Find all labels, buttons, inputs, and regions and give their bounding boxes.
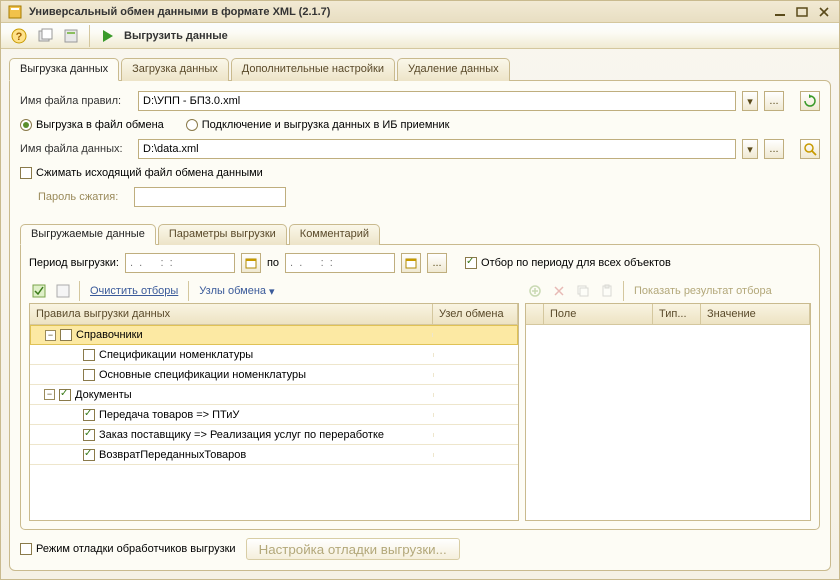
data-file-search[interactable] xyxy=(800,139,820,159)
filter-add-icon[interactable] xyxy=(525,281,545,301)
rules-row[interactable]: Спецификации номенклатуры xyxy=(30,345,518,365)
app-window: Универсальный обмен данными в формате XM… xyxy=(0,0,840,580)
tree-label: Основные спецификации номенклатуры xyxy=(99,369,306,381)
nodes-dropdown[interactable]: Узлы обмена ▾ xyxy=(195,285,278,298)
tree-checkbox[interactable] xyxy=(83,449,95,461)
rules-file-input[interactable] xyxy=(138,91,736,111)
app-icon xyxy=(7,4,23,20)
tree-label: Передача товаров => ПТиУ xyxy=(99,409,239,421)
rules-row[interactable]: Передача товаров => ПТиУ xyxy=(30,405,518,425)
rules-file-label: Имя файла правил: xyxy=(20,95,132,107)
tab-delete[interactable]: Удаление данных xyxy=(397,58,510,81)
inner-tab-params[interactable]: Параметры выгрузки xyxy=(158,224,287,245)
inner-tab-comment[interactable]: Комментарий xyxy=(289,224,380,245)
period-from-input[interactable] xyxy=(125,253,235,273)
main-tabs: Выгрузка данных Загрузка данных Дополнит… xyxy=(9,58,831,81)
period-filter-all[interactable]: Отбор по периоду для всех объектов xyxy=(465,257,671,269)
debug-mode-checkbox[interactable]: Режим отладки обработчиков выгрузки xyxy=(20,543,236,555)
period-to-calendar[interactable] xyxy=(401,253,421,273)
close-button[interactable] xyxy=(815,4,833,20)
radio-export-file-dot xyxy=(20,119,32,131)
tree-label: ВозвратПереданныхТоваров xyxy=(99,449,246,461)
data-file-browse[interactable]: ... xyxy=(764,139,784,159)
run-label: Выгрузить данные xyxy=(122,30,228,42)
rules-row[interactable]: − Документы xyxy=(30,385,518,405)
tree-checkbox[interactable] xyxy=(83,409,95,421)
period-label: Период выгрузки: xyxy=(29,257,119,269)
filter-grid: Поле Тип... Значение xyxy=(525,303,811,521)
compress-pwd-label: Пароль сжатия: xyxy=(38,191,128,203)
main-toolbar: ? Выгрузить данные xyxy=(1,23,839,49)
tab-settings[interactable]: Дополнительные настройки xyxy=(231,58,395,81)
tree-label: Заказ поставщику => Реализация услуг по … xyxy=(99,429,384,441)
maximize-button[interactable] xyxy=(793,4,811,20)
period-from-calendar[interactable] xyxy=(241,253,261,273)
period-to-input[interactable] xyxy=(285,253,395,273)
rules-row[interactable]: Основные спецификации номенклатуры xyxy=(30,365,518,385)
data-file-input[interactable] xyxy=(138,139,736,159)
radio-export-connect[interactable]: Подключение и выгрузка данных в ИБ прием… xyxy=(186,119,450,131)
grid-checkall-icon[interactable] xyxy=(29,281,49,301)
inner-tab-data[interactable]: Выгружаемые данные xyxy=(20,224,156,245)
show-result-link[interactable]: Показать результат отбора xyxy=(630,285,776,297)
compress-checkbox[interactable]: Сжимать исходящий файл обмена данными xyxy=(20,167,263,179)
rules-row[interactable]: − Справочники xyxy=(30,325,518,345)
tree-checkbox[interactable] xyxy=(59,389,71,401)
rules-file-dropdown[interactable]: ▾ xyxy=(742,91,758,111)
filter-copy-icon[interactable] xyxy=(573,281,593,301)
tree-checkbox[interactable] xyxy=(83,369,95,381)
inner-tabs: Выгружаемые данные Параметры выгрузки Ко… xyxy=(20,224,820,245)
toolbar-button-2[interactable] xyxy=(33,25,57,47)
chevron-down-icon: ▾ xyxy=(269,285,275,298)
col-mark xyxy=(526,304,544,324)
col-type: Тип... xyxy=(653,304,701,324)
debug-settings-button[interactable]: Настройка отладки выгрузки... xyxy=(246,538,460,560)
tree-label: Спецификации номенклатуры xyxy=(99,349,253,361)
col-field: Поле xyxy=(544,304,653,324)
tree-checkbox[interactable] xyxy=(60,329,72,341)
tree-checkbox[interactable] xyxy=(83,349,95,361)
toolbar-separator xyxy=(89,25,90,47)
tree-expander[interactable]: − xyxy=(45,330,56,341)
compress-checkbox-box xyxy=(20,167,32,179)
filter-remove-icon[interactable] xyxy=(549,281,569,301)
tree-label: Справочники xyxy=(76,329,143,341)
period-ellipsis[interactable]: ... xyxy=(427,253,447,273)
inner-pane: Период выгрузки: по ... Отбор по периоду xyxy=(20,244,820,530)
data-file-dropdown[interactable]: ▾ xyxy=(742,139,758,159)
tree-expander[interactable]: − xyxy=(44,389,55,400)
filter-grid-body[interactable] xyxy=(526,325,810,520)
tree-checkbox[interactable] xyxy=(83,429,95,441)
window-title: Универсальный обмен данными в формате XM… xyxy=(29,6,767,18)
col-value: Значение xyxy=(701,304,810,324)
tree-label: Документы xyxy=(75,389,132,401)
toolbar-button-3[interactable] xyxy=(59,25,83,47)
minimize-button[interactable] xyxy=(771,4,789,20)
rules-file-browse[interactable]: ... xyxy=(764,91,784,111)
clear-filters-link[interactable]: Очистить отборы xyxy=(86,285,182,297)
period-to-label: по xyxy=(267,257,279,269)
col-node: Узел обмена xyxy=(433,304,518,324)
rules-row[interactable]: Заказ поставщику => Реализация услуг по … xyxy=(30,425,518,445)
svg-text:?: ? xyxy=(16,31,23,43)
compress-pwd-input[interactable] xyxy=(134,187,286,207)
period-filter-all-box xyxy=(465,257,477,269)
data-file-label: Имя файла данных: xyxy=(20,143,132,155)
rules-row[interactable]: ВозвратПереданныхТоваров xyxy=(30,445,518,465)
rules-file-refresh[interactable] xyxy=(800,91,820,111)
tab-import[interactable]: Загрузка данных xyxy=(121,58,229,81)
col-rules: Правила выгрузки данных xyxy=(30,304,433,324)
radio-export-connect-dot xyxy=(186,119,198,131)
grid-uncheckall-icon[interactable] xyxy=(53,281,73,301)
content-area: Выгрузка данных Загрузка данных Дополнит… xyxy=(1,49,839,579)
rules-grid-body[interactable]: − Справочники Спецификации номенклатуры Осн… xyxy=(30,325,518,520)
filter-paste-icon[interactable] xyxy=(597,281,617,301)
export-pane: Имя файла правил: ▾ ... Выгрузка в файл … xyxy=(9,80,831,571)
tab-export[interactable]: Выгрузка данных xyxy=(9,58,119,81)
titlebar: Универсальный обмен данными в формате XM… xyxy=(1,1,839,23)
help-button[interactable]: ? xyxy=(7,25,31,47)
run-button[interactable] xyxy=(96,25,120,47)
rules-grid: Правила выгрузки данных Узел обмена − Спр… xyxy=(29,303,519,521)
radio-export-file[interactable]: Выгрузка в файл обмена xyxy=(20,119,164,131)
